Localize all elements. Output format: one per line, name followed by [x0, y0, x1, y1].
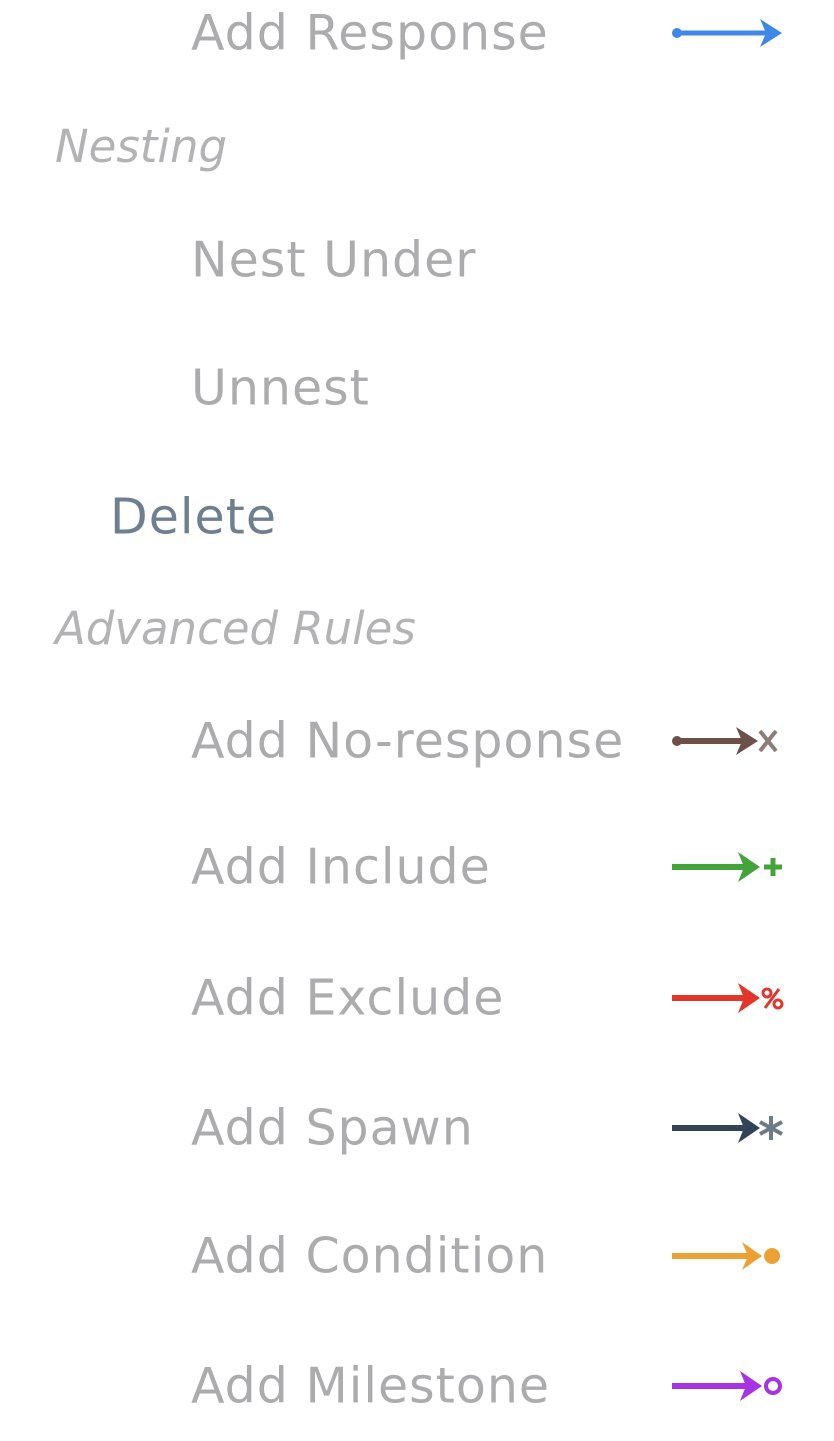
section-heading-nesting: Nesting: [55, 120, 228, 173]
section-heading-advanced-rules: Advanced Rules: [55, 602, 416, 655]
condition-arrow-icon: [672, 1242, 780, 1270]
context-menu: Add Response Nesting Nest Under Unnest D…: [0, 0, 834, 1438]
menu-item-add-response[interactable]: Add Response: [0, 0, 834, 88]
menu-item-label: Nest Under: [191, 231, 477, 289]
no-response-arrow-icon: [672, 727, 778, 755]
menu-item-add-include[interactable]: Add Include: [0, 812, 834, 922]
menu-item-label: Delete: [110, 488, 277, 546]
menu-item-label: Add Condition: [191, 1227, 549, 1285]
menu-item-add-no-response[interactable]: Add No-response: [0, 686, 834, 796]
menu-item-label: Add Response: [191, 4, 549, 62]
spawn-arrow-icon: [672, 1113, 783, 1143]
menu-item-add-spawn[interactable]: Add Spawn: [0, 1073, 834, 1183]
include-arrow-icon: [672, 852, 782, 882]
menu-item-add-milestone[interactable]: Add Milestone: [0, 1331, 834, 1441]
menu-item-label: Unnest: [191, 359, 370, 417]
menu-item-delete[interactable]: Delete: [0, 462, 834, 572]
menu-item-label: Add Exclude: [191, 969, 505, 1027]
menu-item-unnest[interactable]: Unnest: [0, 333, 834, 443]
menu-item-label: Add Milestone: [191, 1357, 551, 1415]
menu-item-label: Add Spawn: [191, 1099, 474, 1157]
menu-item-nest-under[interactable]: Nest Under: [0, 205, 834, 315]
menu-item-label: Add Include: [191, 838, 491, 896]
menu-item-add-exclude[interactable]: Add Exclude: [0, 943, 834, 1053]
menu-item-label: Add No-response: [191, 712, 625, 770]
exclude-arrow-icon: [672, 983, 784, 1013]
milestone-arrow-icon: [672, 1371, 782, 1401]
response-arrow-icon: [672, 19, 782, 47]
menu-item-add-condition[interactable]: Add Condition: [0, 1201, 834, 1311]
